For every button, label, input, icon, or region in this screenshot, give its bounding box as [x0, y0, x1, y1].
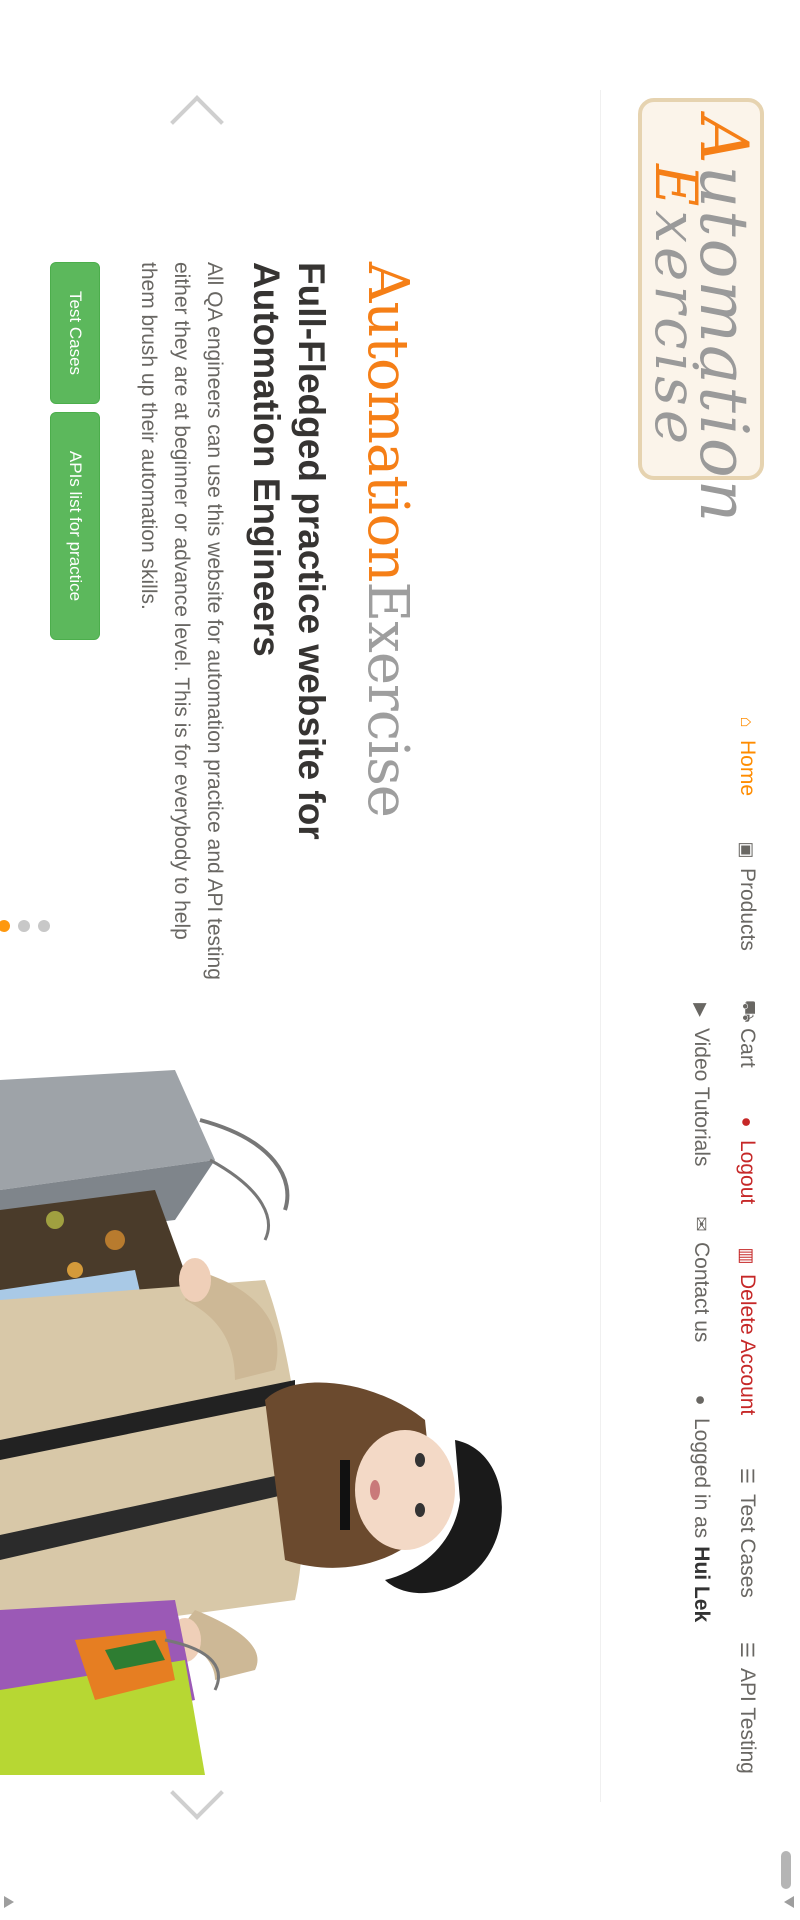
- logged-in-status: ● Logged in as Hui Lek: [689, 1390, 713, 1623]
- slider-prev-arrow[interactable]: [170, 95, 224, 149]
- scroll-right-arrow[interactable]: [4, 1896, 14, 1908]
- envelope-icon: ✉: [691, 1216, 712, 1232]
- hero-headline: Full-Fledged practice website for Automa…: [246, 262, 332, 840]
- username: Hui Lek: [690, 1546, 713, 1623]
- carousel-dot[interactable]: [38, 920, 50, 932]
- youtube-icon: ▶: [691, 1003, 712, 1017]
- scrollbar-thumb[interactable]: [781, 1851, 791, 1889]
- nav-cart[interactable]: ⛟ Cart: [735, 1000, 759, 1068]
- hero-brand-title: AutomationExercise: [355, 262, 420, 817]
- carousel-dot[interactable]: [18, 920, 30, 932]
- hero-image-girl-shopping: [0, 1070, 502, 1775]
- test-cases-button[interactable]: Test Cases: [50, 262, 100, 404]
- scroll-left-arrow[interactable]: [784, 1896, 794, 1908]
- nav-contact-us[interactable]: ✉ Contact us: [689, 1214, 713, 1342]
- nav-home[interactable]: ⌂ Home: [735, 712, 759, 796]
- list-icon: ☰: [737, 1467, 758, 1485]
- logo-word-exercise: Exercise: [642, 164, 710, 449]
- list-icon: ☰: [737, 1641, 758, 1659]
- site-logo[interactable]: Automation Exercise: [638, 98, 764, 524]
- carousel-dot[interactable]: [0, 920, 10, 932]
- nav-products[interactable]: ▣ Products: [735, 840, 759, 950]
- user-icon: ●: [691, 1394, 712, 1406]
- nav-api-testing[interactable]: ☰ API Testing: [735, 1640, 759, 1774]
- lock-icon: ●: [737, 1116, 758, 1128]
- page: Automation Exercise ⌂ Home ▣ Products ⛟ Car…: [0, 0, 800, 1920]
- hero-description: All QA engineers can use this website fo…: [137, 262, 226, 980]
- trash-icon: ▥: [737, 1247, 758, 1265]
- nav-delete-account[interactable]: ▥ Delete Account: [735, 1246, 759, 1415]
- nav-logout[interactable]: ● Logout: [735, 1112, 759, 1205]
- home-icon: ⌂: [737, 716, 758, 728]
- nav-test-cases[interactable]: ☰ Test Cases: [735, 1466, 759, 1598]
- nav-video-tutorials[interactable]: ▶ Video Tutorials: [689, 1000, 713, 1166]
- cart-icon: ⛟: [739, 1000, 759, 1023]
- header-divider: [600, 90, 601, 1802]
- products-icon: ▣: [737, 841, 758, 859]
- apis-list-button[interactable]: APIs list for practice: [50, 412, 100, 640]
